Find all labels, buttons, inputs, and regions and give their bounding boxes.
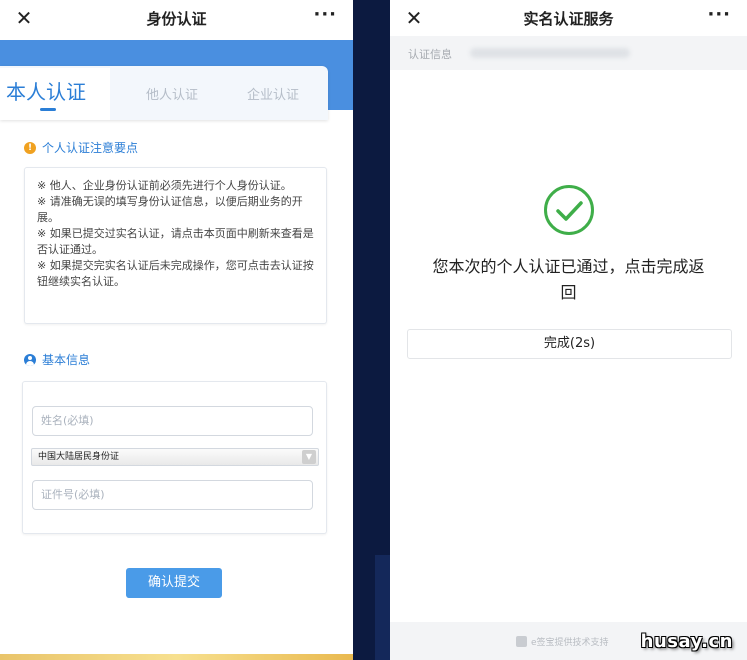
realname-auth-screen: ✕ 实名认证服务 ··· 认证信息 您本次的个人认证已通过，点击完成返回 完成(… (390, 0, 747, 660)
id-type-select[interactable]: 中国大陆居民身份证 ▼ (31, 448, 319, 466)
basic-info-form: 姓名(必填) 中国大陆居民身份证 ▼ 证件号(必填) (22, 381, 327, 534)
screen-divider (353, 0, 390, 660)
page-title: 身份认证 (146, 10, 207, 28)
bottom-strip (0, 654, 353, 660)
tech-support-label: e签宝提供技术支持 (531, 638, 609, 648)
blurred-info (470, 48, 630, 58)
notice-heading: ! 个人认证注意要点 (24, 139, 138, 156)
more-options-icon[interactable]: ··· (313, 4, 337, 25)
success-check-icon (544, 185, 594, 235)
submit-button[interactable]: 确认提交 (126, 568, 222, 598)
tech-support: e签宝提供技术支持 (516, 635, 609, 648)
result-message: 您本次的个人认证已通过，点击完成返回 (432, 257, 705, 302)
tab-enterprise-auth[interactable]: 企业认证 (247, 84, 299, 103)
divider-band (375, 555, 390, 660)
more-options-icon[interactable]: ··· (707, 4, 731, 25)
page-title: 实名认证服务 (523, 10, 614, 28)
name-input[interactable]: 姓名(必填) (32, 406, 313, 436)
id-type-value: 中国大陆居民身份证 (38, 452, 120, 462)
auth-info-bar: 认证信息 (390, 36, 747, 70)
top-nav-bar: ✕ 实名认证服务 ··· (390, 0, 747, 40)
basic-info-heading-label: 基本信息 (42, 353, 91, 367)
identity-auth-screen: ✕ 身份认证 ··· 本人认证 他人认证 企业认证 ! 个人认证注意要点 ※ 他… (0, 0, 353, 660)
notice-line: ※ 他人、企业身份认证前必须先进行个人身份认证。 (37, 179, 292, 192)
esign-logo-icon (516, 636, 527, 647)
notice-box: ※ 他人、企业身份认证前必须先进行个人身份认证。 ※ 请准确无误的填写身份认证信… (24, 167, 327, 324)
notice-line: ※ 如果已提交过实名认证，请点击本页面中刷新来查看是否认证通过。 (37, 227, 314, 256)
chevron-down-icon: ▼ (302, 450, 316, 464)
notice-line: ※ 请准确无误的填写身份认证信息，以便后期业务的开展。 (37, 195, 303, 224)
top-nav-bar: ✕ 身份认证 ··· (0, 0, 353, 40)
notice-heading-label: 个人认证注意要点 (42, 141, 139, 155)
basic-info-heading: 基本信息 (24, 351, 90, 368)
done-button[interactable]: 完成(2s) (407, 329, 732, 359)
auth-info-label: 认证信息 (408, 48, 452, 61)
warning-icon: ! (24, 141, 36, 154)
tab-self-auth[interactable]: 本人认证 (0, 68, 110, 120)
active-tab-indicator (40, 108, 56, 111)
tab-label: 本人认证 (6, 80, 86, 104)
notice-line: ※ 如果提交完实名认证后未完成操作，您可点击去认证按钮继续实名认证。 (37, 259, 314, 288)
tab-other-auth[interactable]: 他人认证 (146, 84, 198, 103)
id-number-input[interactable]: 证件号(必填) (32, 480, 313, 510)
watermark: husay.cn (640, 631, 733, 652)
user-icon (24, 353, 36, 366)
